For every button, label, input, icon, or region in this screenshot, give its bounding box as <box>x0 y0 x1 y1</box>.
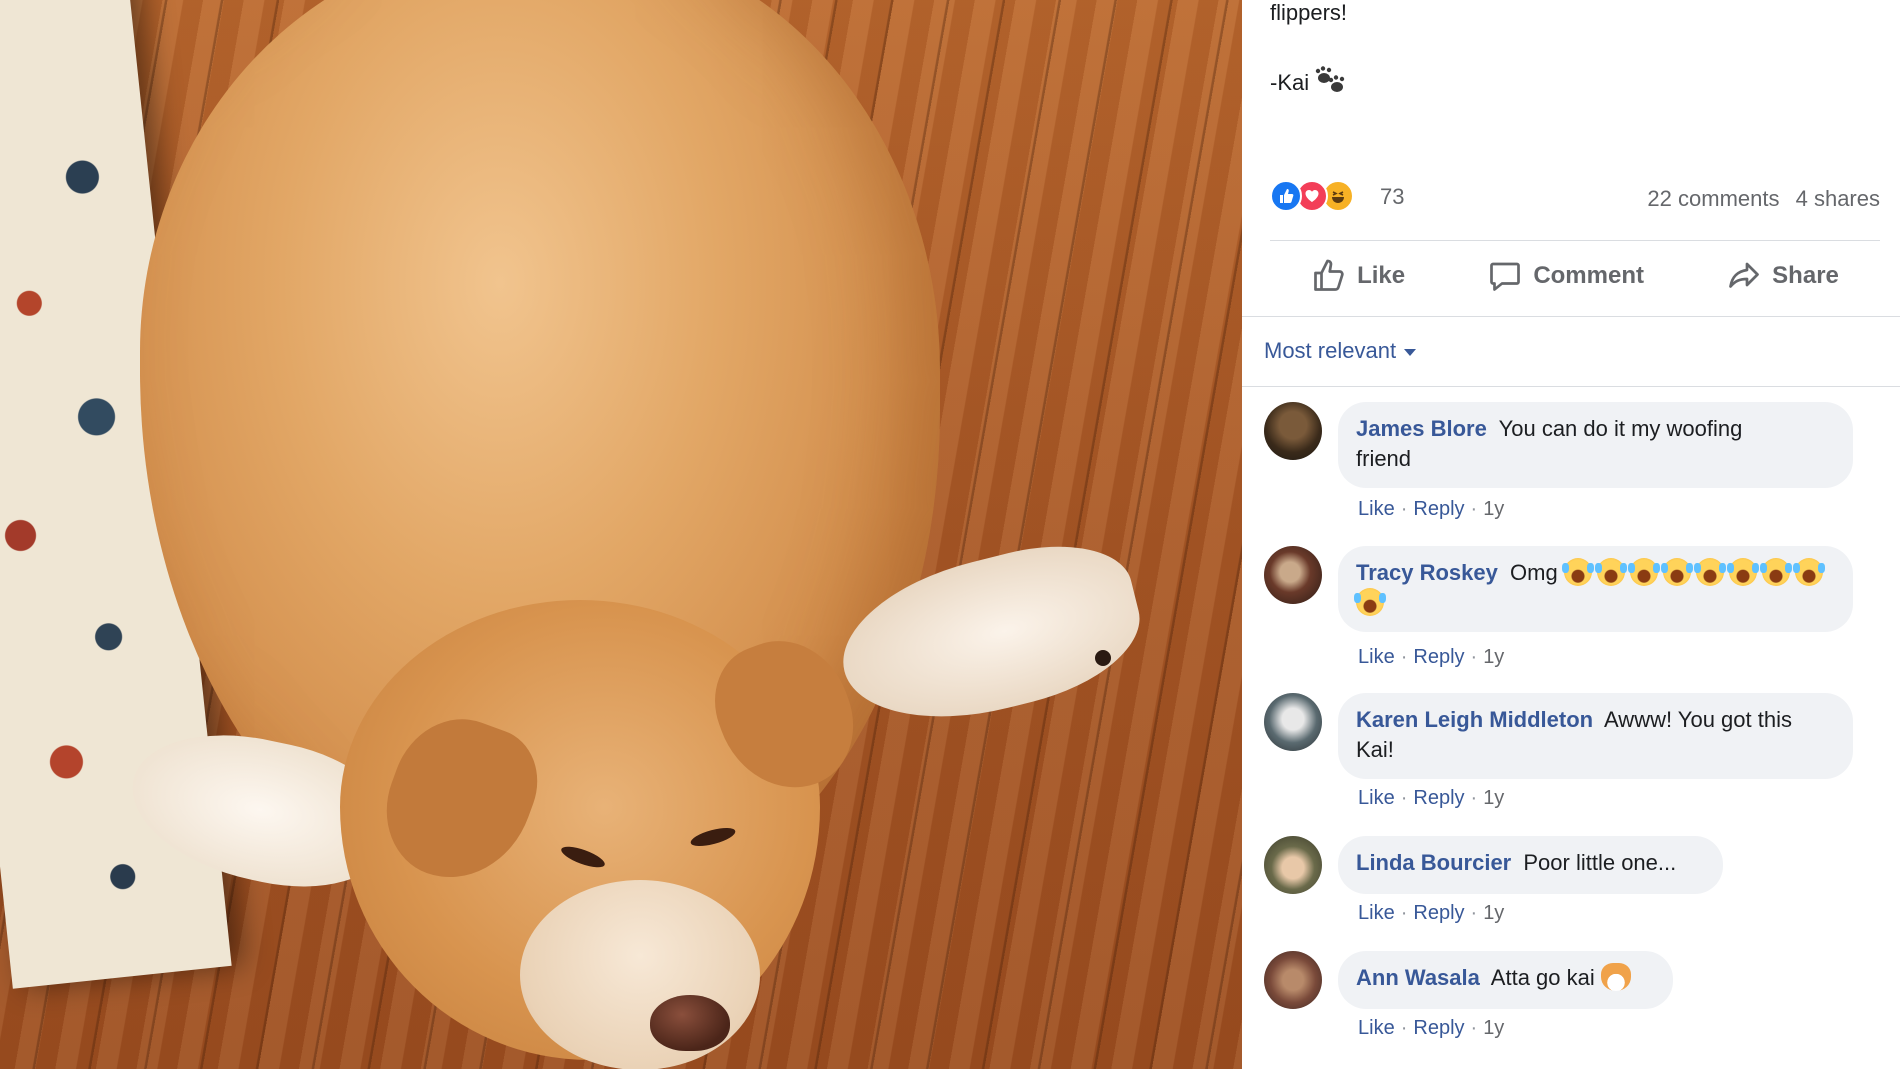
paw-prints-icon <box>1316 66 1345 92</box>
divider <box>1242 316 1900 317</box>
laughing-tears-emoji-icon <box>1759 558 1792 586</box>
commenter-name[interactable]: James Blore <box>1356 416 1487 441</box>
comment-timestamp[interactable]: 1y <box>1483 646 1504 668</box>
post-actions: Like Comment Share <box>1270 244 1880 308</box>
comment-reply-link[interactable]: Reply <box>1413 787 1464 809</box>
comment-like-link[interactable]: Like <box>1358 498 1395 520</box>
comment-text: You can do it my woofing <box>1498 416 1743 441</box>
avatar[interactable] <box>1264 693 1322 751</box>
laughing-tears-emoji-icon <box>1594 558 1627 586</box>
comment-timestamp[interactable]: 1y <box>1483 902 1504 924</box>
commenter-name[interactable]: Linda Bourcier <box>1356 850 1511 875</box>
comment-timestamp[interactable]: 1y <box>1483 1017 1504 1039</box>
comment-text: Poor little one... <box>1523 850 1677 875</box>
avatar[interactable] <box>1264 546 1322 604</box>
post-photo[interactable] <box>0 0 1242 1069</box>
comment-reply-link[interactable]: Reply <box>1413 902 1464 924</box>
comment-bubble: Ann Wasala Atta go kai <box>1338 951 1673 1009</box>
comment-label: Comment <box>1533 262 1644 289</box>
comment-like-link[interactable]: Like <box>1358 787 1395 809</box>
comment-item: Linda Bourcier Poor little one... Like · R… <box>1264 836 1884 936</box>
laughing-tears-emoji-icon <box>1660 558 1693 586</box>
post-sidebar: flippers! -Kai 73 22 comments 4 shares L… <box>1242 0 1900 1069</box>
laughing-tears-emoji-icon <box>1792 558 1825 586</box>
comment-reply-link[interactable]: Reply <box>1413 646 1464 668</box>
divider <box>1270 240 1880 241</box>
comment-item: Karen Leigh Middleton Awww! You got this… <box>1264 693 1884 823</box>
comment-meta: Like · Reply · 1y <box>1358 646 1505 668</box>
like-reaction-icon <box>1270 180 1302 212</box>
laughing-tears-emoji-icon <box>1693 558 1726 586</box>
comment-item: James Blore You can do it my woofing fri… <box>1264 402 1884 532</box>
comment-item: Tracy Roskey Omg Like · Reply · 1y <box>1264 546 1884 676</box>
comment-timestamp[interactable]: 1y <box>1483 498 1504 520</box>
reaction-count[interactable]: 73 <box>1380 184 1404 210</box>
share-button[interactable]: Share <box>1726 258 1839 294</box>
like-label: Like <box>1357 262 1406 289</box>
comment-bubble: James Blore You can do it my woofing fri… <box>1338 402 1853 488</box>
dog-muzzle <box>520 880 760 1069</box>
laughing-tears-emoji-icon <box>1627 558 1660 586</box>
sort-label: Most relevant <box>1264 338 1397 363</box>
laughing-tears-emoji-icon <box>1726 558 1759 586</box>
laughing-tears-emoji-icon <box>1561 558 1594 586</box>
comment-reply-link[interactable]: Reply <box>1413 1017 1464 1039</box>
dog-face-emoji-icon <box>1600 963 1631 991</box>
comment-meta: Like · Reply · 1y <box>1358 902 1505 924</box>
comment-like-link[interactable]: Like <box>1358 646 1395 668</box>
avatar[interactable] <box>1264 402 1322 460</box>
comment-bubble: Linda Bourcier Poor little one... <box>1338 836 1723 894</box>
like-button[interactable]: Like <box>1311 258 1405 294</box>
signature-text: -Kai <box>1270 70 1310 95</box>
share-label: Share <box>1772 262 1839 289</box>
comment-reply-link[interactable]: Reply <box>1413 498 1464 520</box>
comment-text: friend <box>1356 446 1412 471</box>
commenter-name[interactable]: Karen Leigh Middleton <box>1356 707 1593 732</box>
thumbs-up-icon <box>1314 259 1344 291</box>
comment-bubble-icon <box>1490 262 1521 291</box>
comment-bubble: Karen Leigh Middleton Awww! You got this… <box>1338 693 1853 779</box>
comment-meta: Like · Reply · 1y <box>1358 787 1505 809</box>
avatar[interactable] <box>1264 836 1322 894</box>
comment-like-link[interactable]: Like <box>1358 1017 1395 1039</box>
reaction-icons[interactable] <box>1270 180 1390 214</box>
comment-meta: Like · Reply · 1y <box>1358 1017 1505 1039</box>
comment-text: Awww! You got this <box>1604 707 1792 732</box>
comment-timestamp[interactable]: 1y <box>1483 787 1504 809</box>
comment-item: Ann Wasala Atta go kai Like · Reply · 1y <box>1264 951 1884 1051</box>
divider <box>1242 386 1900 387</box>
laughing-tears-emoji-icon <box>1354 588 1386 616</box>
avatar[interactable] <box>1264 951 1322 1009</box>
share-arrow-icon <box>1729 262 1760 288</box>
commenter-name[interactable]: Tracy Roskey <box>1356 560 1498 585</box>
comment-text: Kai! <box>1356 737 1394 762</box>
post-text-line: flippers! <box>1270 0 1348 25</box>
dog-nose <box>650 995 730 1051</box>
comments-count-link[interactable]: 22 comments <box>1647 186 1779 211</box>
chevron-down-icon <box>1404 348 1417 356</box>
comment-like-link[interactable]: Like <box>1358 902 1395 924</box>
comment-sort-dropdown[interactable]: Most relevant <box>1264 338 1417 364</box>
shares-count-link[interactable]: 4 shares <box>1796 186 1880 211</box>
comment-meta: Like · Reply · 1y <box>1358 498 1505 520</box>
dog-paw-pad <box>1095 650 1111 666</box>
comment-text: Omg <box>1510 560 1558 585</box>
comment-button[interactable]: Comment <box>1487 258 1644 294</box>
post-counts: 22 comments 4 shares <box>1637 186 1880 212</box>
commenter-name[interactable]: Ann Wasala <box>1356 965 1480 990</box>
comment-text: Atta go kai <box>1490 965 1595 990</box>
comment-bubble: Tracy Roskey Omg <box>1338 546 1853 632</box>
post-signature: -Kai <box>1270 66 1347 96</box>
post-stats: 73 22 comments 4 shares <box>1270 178 1880 218</box>
